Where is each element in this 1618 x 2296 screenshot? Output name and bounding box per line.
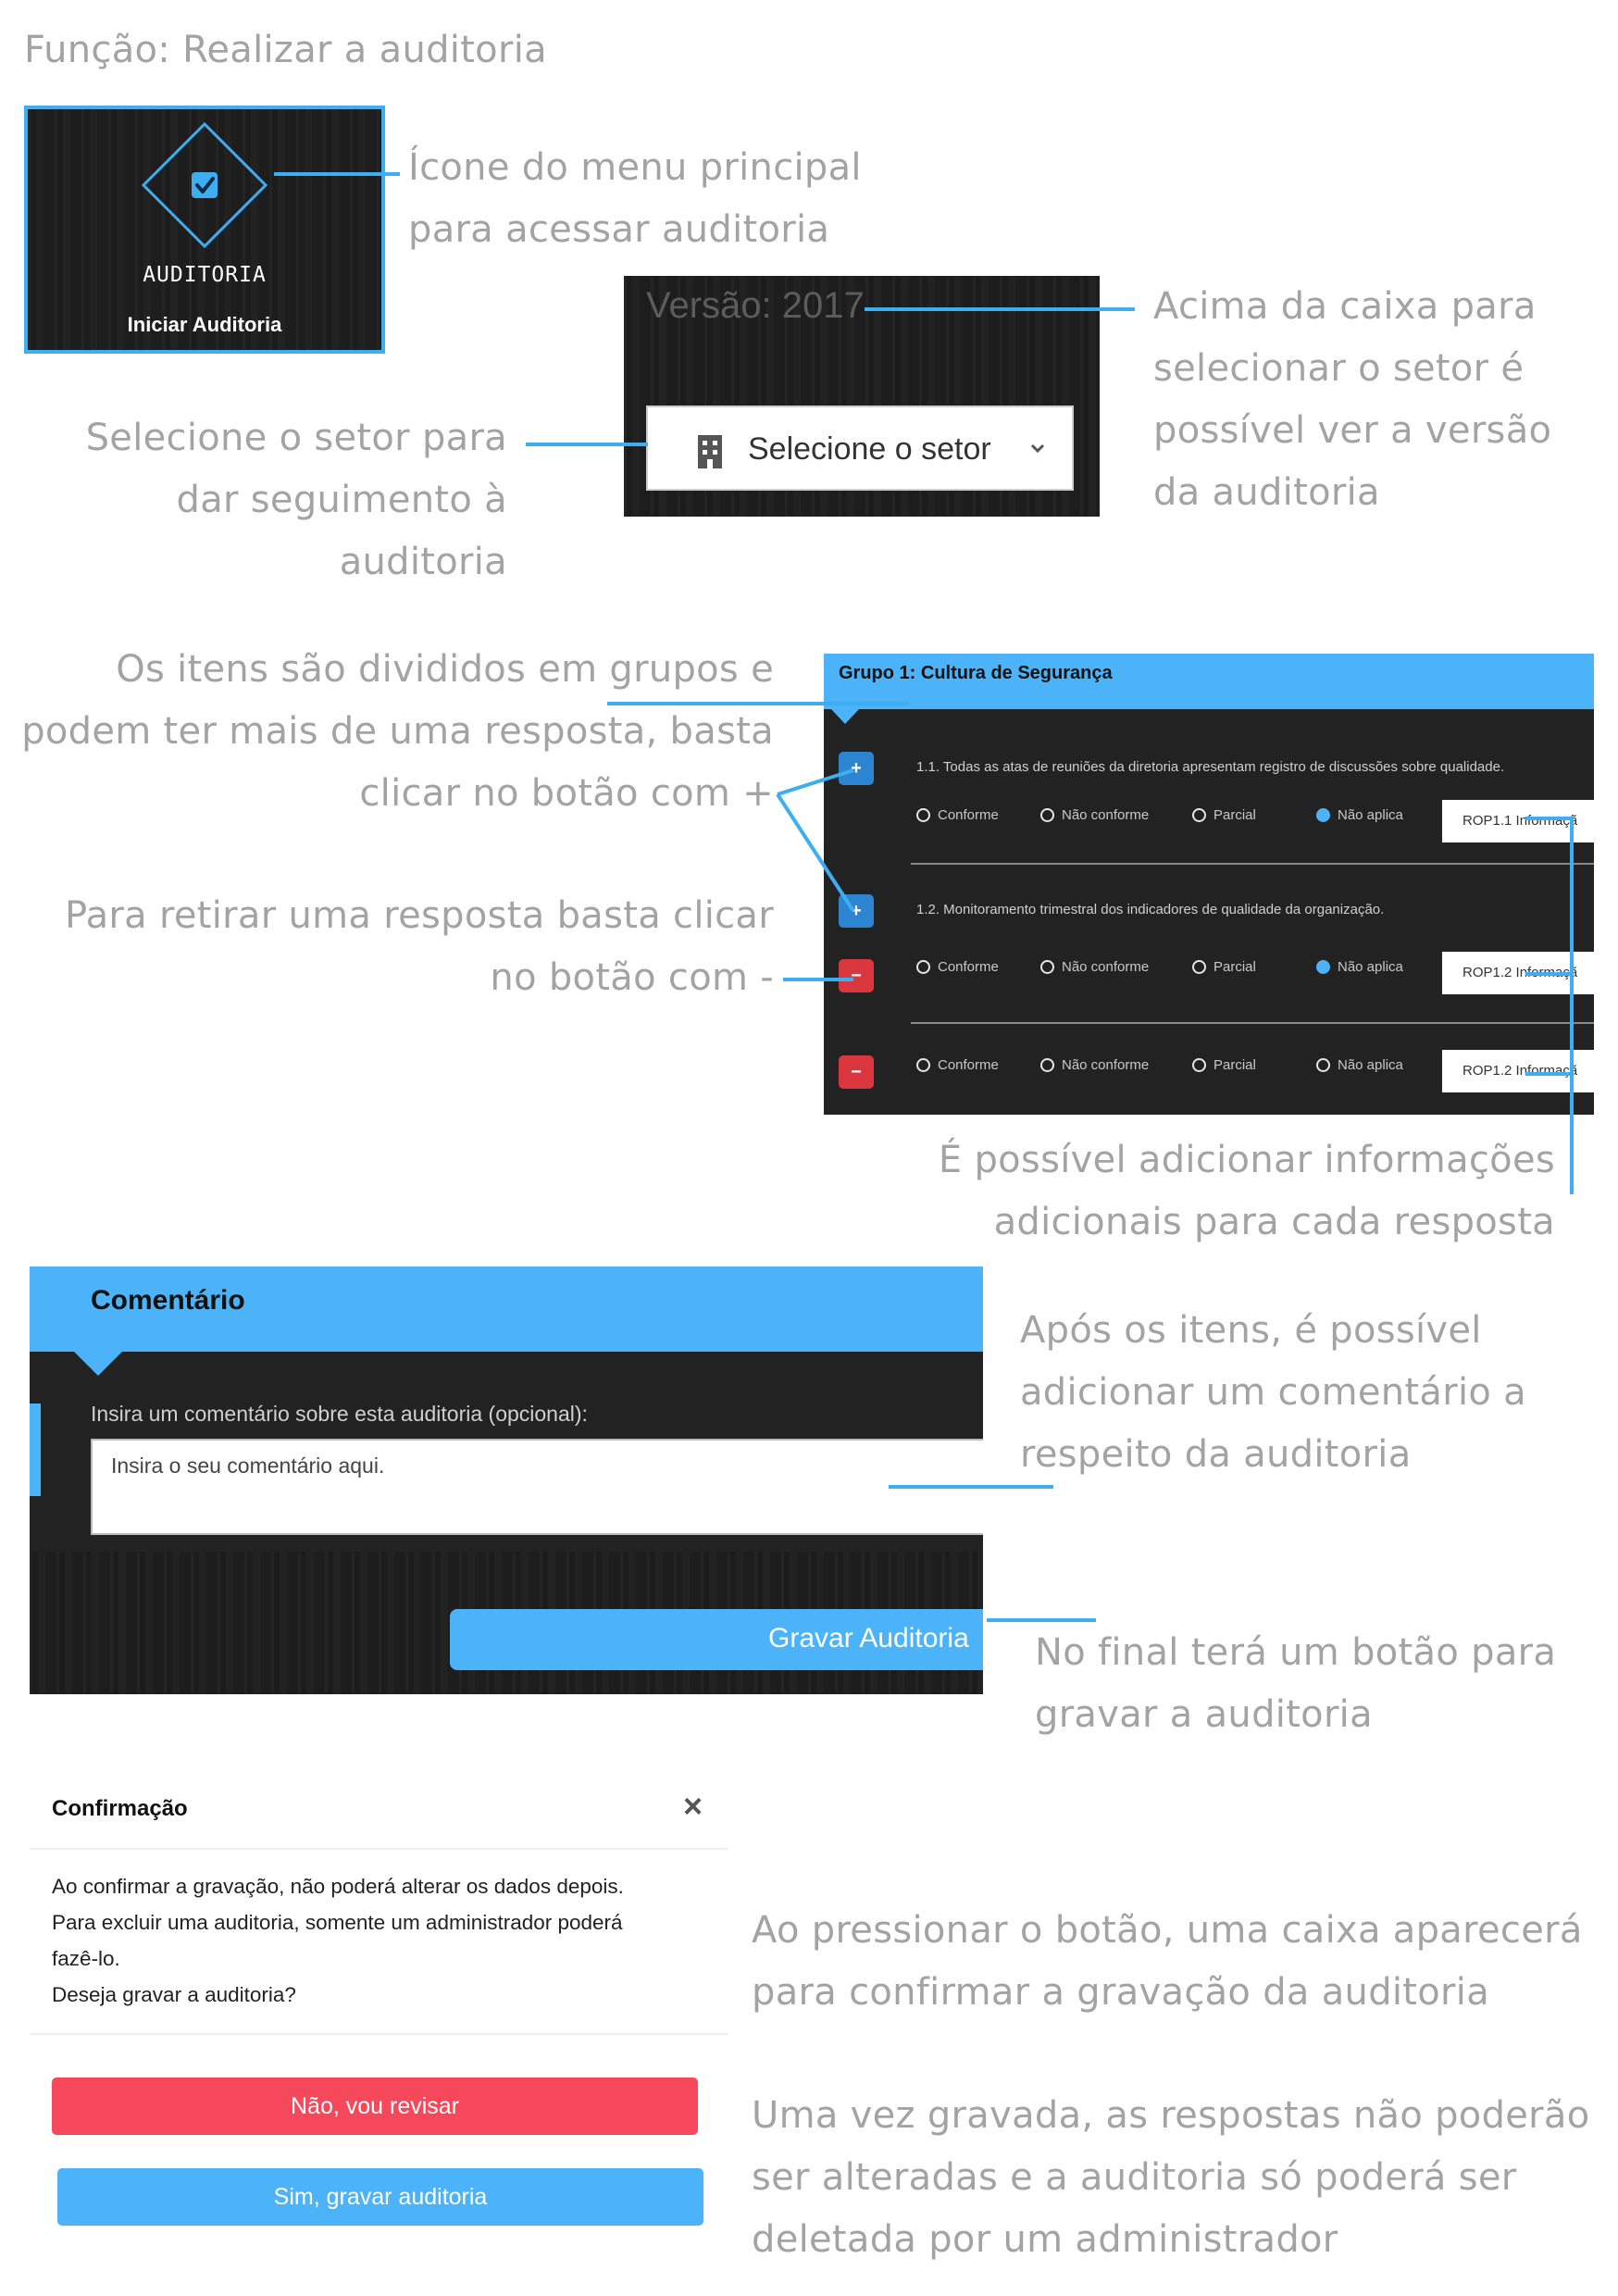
comment-side-tab bbox=[30, 1404, 41, 1496]
confirm-save-label: Sim, gravar auditoria bbox=[273, 2184, 488, 2210]
annotation-save-button: No final terá um botão para gravar a aud… bbox=[1035, 1631, 1557, 1736]
comment-header: Comentário bbox=[30, 1267, 983, 1352]
dialog-divider bbox=[30, 2033, 728, 2035]
no-revise-button[interactable]: Não, vou revisar bbox=[52, 2078, 698, 2135]
dialog-body: Ao confirmar a gravação, não poderá alte… bbox=[52, 1868, 624, 2013]
annotation-saved: Uma vez gravada, as respostas não poderã… bbox=[752, 2094, 1590, 2261]
confirm-dialog: Confirmação × Ao confirmar a gravação, n… bbox=[30, 1768, 728, 2268]
comment-title: Comentário bbox=[91, 1285, 245, 1316]
dialog-body-line: Para excluir uma auditoria, somente um a… bbox=[52, 1911, 623, 1934]
dialog-body-line: fazê-lo. bbox=[52, 1947, 120, 1970]
annotation-confirm-box: Ao pressionar o botão, uma caixa aparece… bbox=[752, 1909, 1583, 2014]
save-audit-label: Gravar Auditoria bbox=[768, 1623, 969, 1653]
annotation-comment: Após os itens, é possível adicionar um c… bbox=[1020, 1309, 1526, 1476]
dialog-divider bbox=[30, 1848, 728, 1850]
dialog-title: Confirmação bbox=[52, 1796, 188, 1821]
no-revise-label: Não, vou revisar bbox=[290, 2093, 460, 2119]
dialog-body-line: Ao confirmar a gravação, não poderá alte… bbox=[52, 1875, 624, 1898]
comment-header-pointer bbox=[74, 1352, 122, 1376]
comment-footer: Gravar Auditoria bbox=[30, 1552, 983, 1694]
save-audit-button[interactable]: Gravar Auditoria bbox=[450, 1609, 983, 1670]
annotation-info: É possível adicionar informações adicion… bbox=[938, 1139, 1555, 1243]
comment-textarea[interactable]: Insira o seu comentário aqui. bbox=[91, 1439, 983, 1535]
comment-placeholder: Insira o seu comentário aqui. bbox=[111, 1454, 385, 1478]
comment-body: Insira um comentário sobre esta auditori… bbox=[30, 1352, 983, 1552]
comment-panel: Comentário Insira um comentário sobre es… bbox=[30, 1267, 983, 1694]
comment-label: Insira um comentário sobre esta auditori… bbox=[91, 1402, 588, 1426]
dialog-body-line: Deseja gravar a auditoria? bbox=[52, 1983, 296, 2006]
close-icon[interactable]: × bbox=[683, 1787, 703, 1826]
connector-lines bbox=[607, 702, 1574, 1194]
confirm-save-button[interactable]: Sim, gravar auditoria bbox=[57, 2168, 703, 2226]
